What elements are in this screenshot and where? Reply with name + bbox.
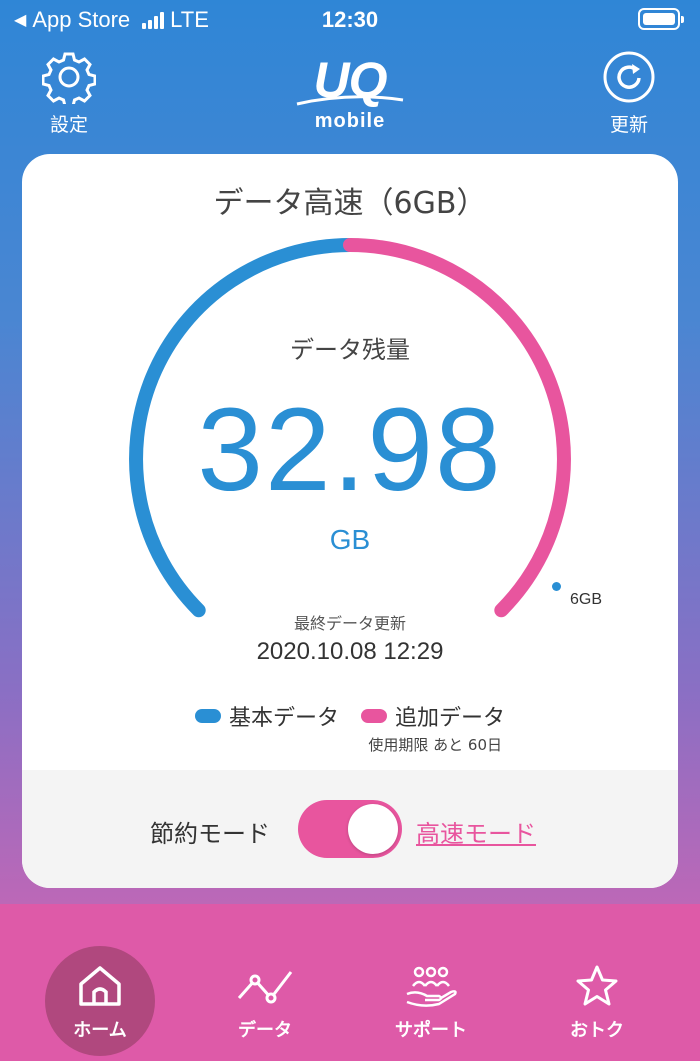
capacity-marker-label: 6GB [570, 591, 603, 608]
star-icon [576, 965, 618, 1006]
legend: 基本データ 追加データ [22, 700, 678, 732]
mode-toggle[interactable] [298, 800, 402, 858]
toggle-knob [348, 804, 398, 854]
status-bar: ◀ App Store LTE 12:30 [0, 0, 700, 40]
data-card: データ高速（6GB） データ残量 32.98 GB 6GB 最終データ更新 20… [22, 154, 678, 888]
tab-data[interactable]: データ [210, 946, 320, 1056]
support-hand-icon [406, 966, 457, 1007]
tab-support-label: サポート [395, 1020, 467, 1041]
refresh-button[interactable]: 更新 [584, 50, 674, 137]
tab-home-label: ホーム [73, 1020, 127, 1041]
uq-mobile-logo: UQ mobile [295, 55, 405, 138]
settings-button[interactable]: 設定 [24, 50, 114, 137]
logo-swoosh [296, 95, 404, 106]
saving-mode-label[interactable]: 節約モード [150, 814, 270, 849]
legend-basic-label: 基本データ [228, 706, 339, 731]
battery-icon [638, 8, 684, 30]
remaining-value: 32.98 [197, 384, 503, 516]
legend-additional-label: 追加データ [395, 706, 506, 731]
legend-additional-swatch [361, 709, 387, 723]
home-icon [79, 966, 121, 1006]
remaining-label: データ残量 [290, 336, 410, 364]
tab-support[interactable]: サポート [376, 946, 486, 1056]
settings-label: 設定 [49, 114, 88, 136]
capacity-marker-dot [552, 582, 561, 591]
gear-icon [42, 52, 96, 104]
tab-home[interactable]: ホーム [45, 946, 155, 1056]
legend-basic: 基本データ [194, 700, 339, 732]
refresh-icon [603, 51, 655, 103]
logo-mobile-text: mobile [314, 110, 386, 132]
status-time: 12:30 [321, 7, 379, 32]
legend-basic-swatch [194, 709, 221, 723]
chart-line-icon [237, 971, 293, 1004]
last-updated-value: 2020.10.08 12:29 [256, 638, 444, 665]
mode-switch-area: 節約モード 高速モード [22, 770, 678, 888]
refresh-label: 更新 [609, 114, 648, 136]
legend-additional: 追加データ [361, 700, 505, 732]
tab-bar: ホーム データ サポート おトク [0, 904, 700, 1061]
tab-deals[interactable]: おトク [542, 946, 652, 1056]
last-updated-label: 最終データ更新 [293, 614, 406, 633]
tab-deals-label: おトク [570, 1020, 624, 1041]
tab-data-label: データ [238, 1020, 292, 1041]
fast-mode-label[interactable]: 高速モード [416, 814, 536, 849]
remaining-unit: GB [329, 524, 371, 555]
expiry-text: 使用期限 あと 60日 [368, 736, 502, 754]
